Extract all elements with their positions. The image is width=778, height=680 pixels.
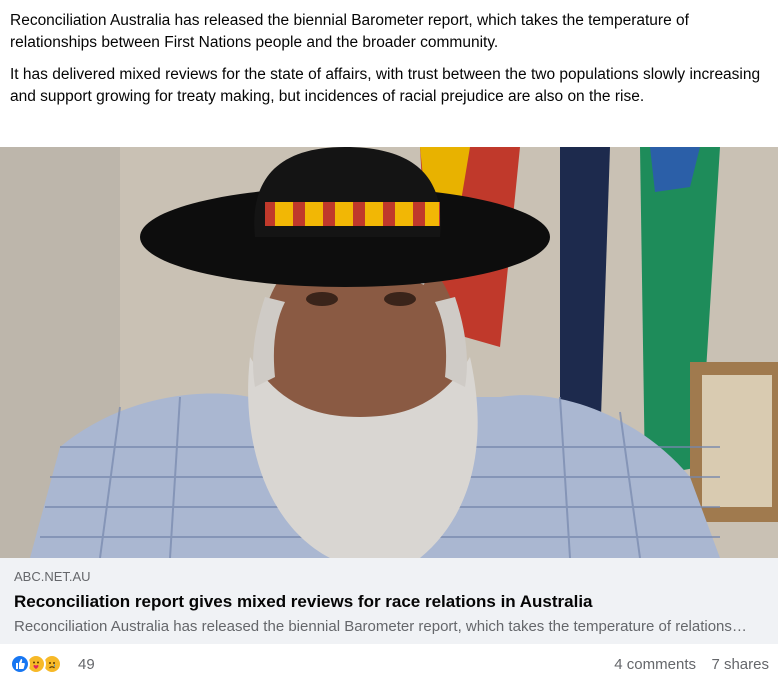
- like-icon: [10, 654, 30, 674]
- comments-link[interactable]: 4 comments: [614, 656, 696, 673]
- link-description: Reconciliation Australia has released th…: [14, 618, 754, 635]
- link-preview-image[interactable]: [0, 147, 778, 558]
- link-preview-card[interactable]: ABC.NET.AU Reconciliation report gives m…: [0, 558, 778, 644]
- post-paragraph-2: It has delivered mixed reviews for the s…: [10, 66, 761, 105]
- portrait-photo: [0, 147, 778, 558]
- link-headline[interactable]: Reconciliation report gives mixed review…: [14, 592, 593, 612]
- reaction-count[interactable]: 49: [78, 656, 95, 673]
- shares-link[interactable]: 7 shares: [711, 656, 769, 673]
- reaction-icons[interactable]: [10, 654, 76, 674]
- reactions-bar: 49 4 comments 7 shares: [0, 644, 778, 680]
- post-paragraph-1: Reconciliation Australia has released th…: [10, 12, 689, 51]
- post-body: Reconciliation Australia has released th…: [10, 10, 770, 118]
- link-domain: ABC.NET.AU: [14, 569, 91, 584]
